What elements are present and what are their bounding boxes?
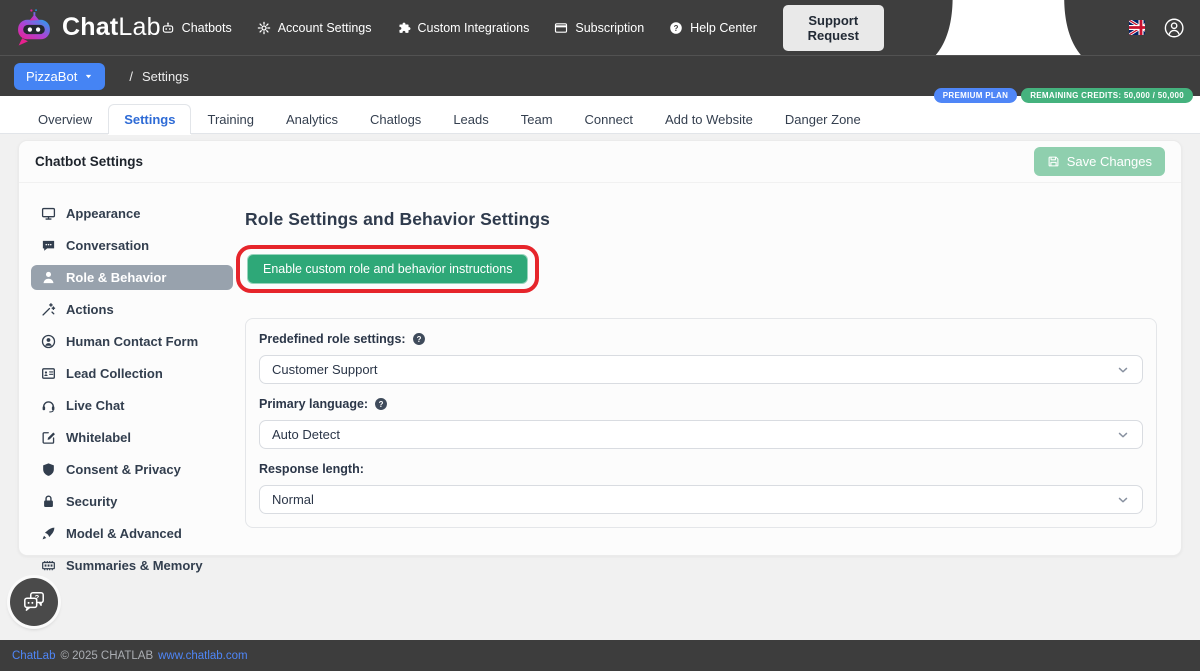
person-circle-icon [41, 334, 56, 349]
language-flag-uk-icon[interactable] [1129, 20, 1145, 35]
help-icon[interactable]: ? [412, 332, 426, 346]
card-header: Chatbot Settings Save Changes [19, 141, 1181, 183]
sidebar-item-whitelabel[interactable]: Whitelabel [31, 425, 233, 450]
tab-training[interactable]: Training [191, 104, 269, 134]
tab-danger-zone[interactable]: Danger Zone [769, 104, 877, 134]
sidebar-item-consent-privacy[interactable]: Consent & Privacy [31, 457, 233, 482]
tab-leads[interactable]: Leads [437, 104, 504, 134]
monitor-icon [41, 206, 56, 221]
shield-icon [41, 462, 56, 477]
footer: ChatLab © 2025 CHATLAB www.chatlab.com [0, 640, 1200, 671]
chat-bubble-icon [41, 238, 56, 253]
tab-team[interactable]: Team [505, 104, 569, 134]
svg-text:?: ? [674, 23, 679, 32]
breadcrumb-current: Settings [142, 69, 189, 84]
sidebar-item-model-advanced[interactable]: Model & Advanced [31, 521, 233, 546]
annotation-highlight: Enable custom role and behavior instruct… [236, 245, 539, 293]
field-label: Primary language: ? [259, 397, 1143, 411]
nav-item-chatbots[interactable]: Chatbots [161, 21, 232, 35]
chevron-down-icon [1116, 493, 1130, 507]
sidebar-item-security[interactable]: Security [31, 489, 233, 514]
footer-brand-link[interactable]: ChatLab [12, 650, 55, 662]
page-body: Chatbot Settings Save Changes Appearance… [0, 134, 1200, 556]
breadcrumb-bar: PizzaBot / Settings PREMIUM PLAN REMAINI… [0, 55, 1200, 96]
predefined-role-select[interactable]: Customer Support [259, 355, 1143, 384]
wand-icon [41, 302, 56, 317]
lock-icon [41, 494, 56, 509]
card-title: Chatbot Settings [35, 154, 143, 169]
rocket-icon [41, 526, 56, 541]
page-title: Role Settings and Behavior Settings [245, 209, 1157, 230]
tab-analytics[interactable]: Analytics [270, 104, 354, 134]
svg-text:?: ? [379, 400, 384, 409]
help-circle-icon: ? [669, 21, 683, 35]
chevron-down-icon [1116, 363, 1130, 377]
nav-item-help-center[interactable]: ? Help Center [669, 21, 757, 35]
tab-settings[interactable]: Settings [108, 104, 191, 134]
help-icon[interactable]: ? [374, 397, 388, 411]
breadcrumb-separator: / [129, 69, 133, 84]
chatlab-logo-text: ChatLab [62, 13, 161, 42]
chat-bubbles-icon: ? [21, 589, 47, 615]
main-nav: Chatbots Account Settings Custom Integra… [161, 21, 757, 35]
field-response-length: Response length: Normal [259, 462, 1143, 514]
save-changes-button[interactable]: Save Changes [1034, 147, 1165, 176]
field-predefined-role: Predefined role settings: ? Customer Sup… [259, 332, 1143, 384]
role-settings-form: Predefined role settings: ? Customer Sup… [245, 318, 1157, 528]
footer-copyright: © 2025 CHATLAB [60, 650, 153, 662]
field-primary-language: Primary language: ? Auto Detect [259, 397, 1143, 449]
person-icon [41, 270, 56, 285]
caret-down-icon [84, 72, 93, 81]
card-body: Appearance Conversation Role & Behavior … [19, 183, 1181, 585]
save-icon [1047, 155, 1060, 168]
tab-connect[interactable]: Connect [569, 104, 649, 134]
field-label: Response length: [259, 462, 1143, 476]
sidebar-item-actions[interactable]: Actions [31, 297, 233, 322]
headset-icon [41, 398, 56, 413]
enable-custom-role-button[interactable]: Enable custom role and behavior instruct… [247, 254, 528, 284]
sidebar-item-role-behavior[interactable]: Role & Behavior [31, 265, 233, 290]
primary-language-select[interactable]: Auto Detect [259, 420, 1143, 449]
tab-chatlogs[interactable]: Chatlogs [354, 104, 437, 134]
bot-selector-dropdown[interactable]: PizzaBot [14, 63, 105, 90]
tab-add-to-website[interactable]: Add to Website [649, 104, 769, 134]
chatlab-robot-logo-icon [16, 8, 53, 48]
support-request-button[interactable]: Support Request [783, 5, 884, 51]
premium-plan-badge: PREMIUM PLAN [934, 88, 1017, 103]
nav-item-custom-integrations[interactable]: Custom Integrations [397, 21, 530, 35]
svg-text:?: ? [35, 593, 40, 602]
pencil-square-icon [41, 430, 56, 445]
user-avatar[interactable] [1164, 13, 1184, 43]
memory-chip-icon [41, 558, 56, 573]
robot-icon [161, 21, 175, 35]
remaining-credits-badge: REMAINING CREDITS: 50,000 / 50,000 [1021, 88, 1193, 103]
plan-badges: PREMIUM PLAN REMAINING CREDITS: 50,000 /… [934, 88, 1193, 103]
sidebar-item-live-chat[interactable]: Live Chat [31, 393, 233, 418]
chatbot-settings-card: Chatbot Settings Save Changes Appearance… [18, 140, 1182, 556]
svg-text:?: ? [416, 335, 421, 344]
help-chat-widget-button[interactable]: ? [10, 578, 58, 626]
sidebar-item-appearance[interactable]: Appearance [31, 201, 233, 226]
sidebar-item-conversation[interactable]: Conversation [31, 233, 233, 258]
top-navbar: ChatLab Chatbots Account Settings Custom… [0, 0, 1200, 55]
settings-sidebar: Appearance Conversation Role & Behavior … [31, 201, 233, 585]
id-card-icon [41, 366, 56, 381]
sidebar-item-summaries-memory[interactable]: Summaries & Memory [31, 553, 233, 578]
nav-item-subscription[interactable]: Subscription [554, 21, 644, 35]
chevron-down-icon [1116, 428, 1130, 442]
response-length-select[interactable]: Normal [259, 485, 1143, 514]
sidebar-item-lead-collection[interactable]: Lead Collection [31, 361, 233, 386]
nav-item-account-settings[interactable]: Account Settings [257, 21, 372, 35]
role-settings-panel: Role Settings and Behavior Settings Enab… [233, 201, 1157, 585]
tab-overview[interactable]: Overview [22, 104, 108, 134]
sidebar-item-human-contact-form[interactable]: Human Contact Form [31, 329, 233, 354]
gear-icon [257, 21, 271, 35]
chatlab-logo[interactable]: ChatLab [16, 8, 161, 48]
puzzle-icon [397, 21, 411, 35]
field-label: Predefined role settings: ? [259, 332, 1143, 346]
credit-card-icon [554, 21, 568, 35]
footer-site-link[interactable]: www.chatlab.com [158, 650, 247, 662]
breadcrumb: / Settings [129, 69, 189, 84]
